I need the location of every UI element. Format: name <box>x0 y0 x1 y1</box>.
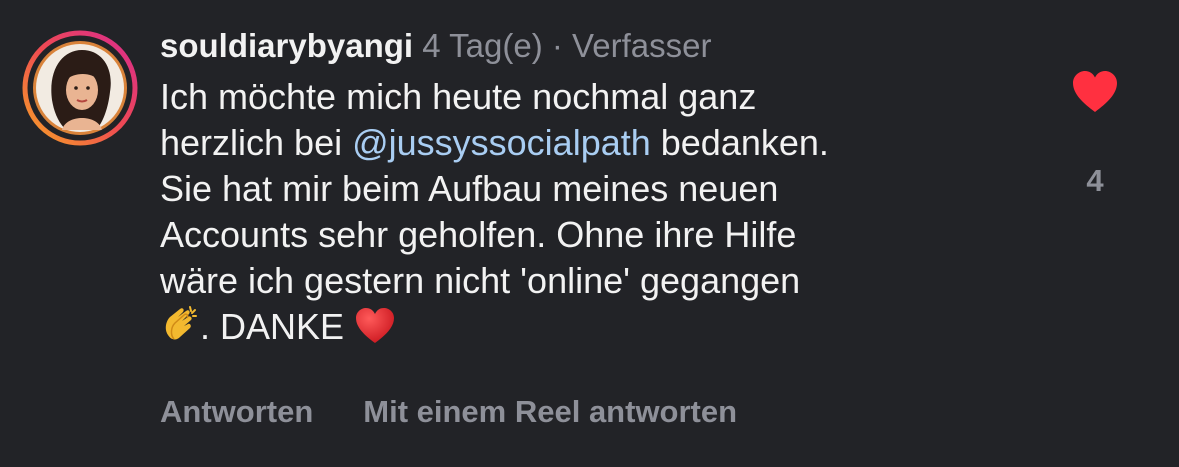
avatar-story-ring-icon <box>22 30 138 146</box>
clapping-hands-icon <box>160 305 200 356</box>
like-count: 4 <box>1086 163 1104 198</box>
avatar[interactable] <box>22 30 138 146</box>
comment-text-part3: . DANKE <box>200 306 355 347</box>
author-badge: Verfasser <box>572 27 712 64</box>
comment-timestamp: 4 Tag(e) <box>422 27 543 64</box>
heart-icon <box>1073 71 1117 112</box>
meta-separator: · <box>551 27 563 64</box>
reply-button[interactable]: Antworten <box>160 394 313 429</box>
reply-with-reel-button[interactable]: Mit einem Reel antworten <box>363 394 737 429</box>
comment-text: Ich möchte mich heute nochmal ganz herzl… <box>160 74 1020 356</box>
username-link[interactable]: souldiarybyangi <box>160 27 413 64</box>
comment-actions: Antworten Mit einem Reel antworten <box>160 392 737 432</box>
mention-link[interactable]: @jussyssocialpath <box>352 122 651 163</box>
comment: souldiarybyangi 4 Tag(e) · Verfasser Ich… <box>160 26 1020 356</box>
like-button[interactable] <box>1058 70 1132 119</box>
red-heart-icon <box>354 307 396 356</box>
like-column: 4 <box>1058 70 1132 199</box>
comment-meta: souldiarybyangi 4 Tag(e) · Verfasser <box>160 26 1020 66</box>
